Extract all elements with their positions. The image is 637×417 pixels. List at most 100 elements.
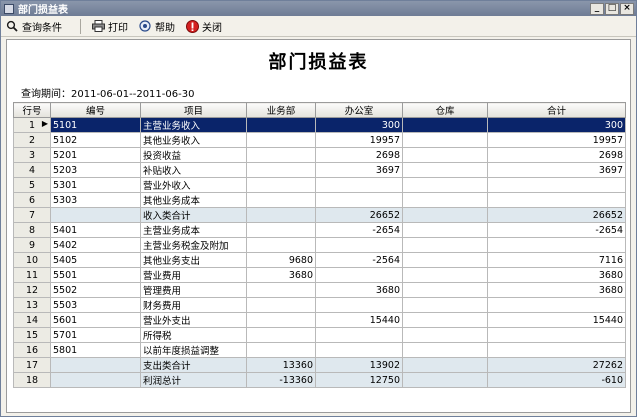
subtotal-row[interactable]: 17 支出类合计 13360 13902 27262 bbox=[13, 357, 626, 373]
column-header-row-no[interactable]: 行号 bbox=[13, 102, 51, 118]
sales-dept-cell[interactable]: 3680 bbox=[246, 267, 316, 283]
row-number-cell[interactable]: 18 bbox=[13, 372, 51, 388]
office-cell[interactable]: 26652 bbox=[315, 207, 403, 223]
item-cell[interactable]: 支出类合计 bbox=[140, 357, 247, 373]
row-number-cell[interactable]: 6 bbox=[13, 192, 51, 208]
row-number-cell[interactable]: 1 ▶ bbox=[13, 117, 51, 133]
warehouse-cell[interactable] bbox=[402, 177, 488, 193]
item-cell[interactable]: 以前年度损益调整 bbox=[140, 342, 247, 358]
table-row[interactable]: 11 5501 营业费用 3680 3680 bbox=[13, 267, 626, 283]
row-number-cell[interactable]: 7 bbox=[13, 207, 51, 223]
item-cell[interactable]: 主营业务成本 bbox=[140, 222, 247, 238]
warehouse-cell[interactable] bbox=[402, 372, 488, 388]
total-cell[interactable]: -610 bbox=[487, 372, 626, 388]
item-cell[interactable]: 所得税 bbox=[140, 327, 247, 343]
code-cell[interactable]: 5701 bbox=[50, 327, 141, 343]
office-cell[interactable]: 13902 bbox=[315, 357, 403, 373]
row-number-cell[interactable]: 16 bbox=[13, 342, 51, 358]
code-cell[interactable]: 5401 bbox=[50, 222, 141, 238]
column-header-item[interactable]: 项目 bbox=[140, 102, 247, 118]
total-cell[interactable]: 3697 bbox=[487, 162, 626, 178]
item-cell[interactable]: 投资收益 bbox=[140, 147, 247, 163]
code-cell[interactable]: 5601 bbox=[50, 312, 141, 328]
sales-dept-cell[interactable] bbox=[246, 207, 316, 223]
code-cell[interactable]: 5503 bbox=[50, 297, 141, 313]
sales-dept-cell[interactable] bbox=[246, 192, 316, 208]
code-cell[interactable]: 5102 bbox=[50, 132, 141, 148]
office-cell[interactable]: 19957 bbox=[315, 132, 403, 148]
row-number-cell[interactable]: 5 bbox=[13, 177, 51, 193]
subtotal-row[interactable]: 18 利润总计 -13360 12750 -610 bbox=[13, 372, 626, 388]
row-number-cell[interactable]: 12 bbox=[13, 282, 51, 298]
item-cell[interactable]: 管理费用 bbox=[140, 282, 247, 298]
help-button[interactable]: 帮助 bbox=[138, 19, 175, 34]
column-header-code[interactable]: 编号 bbox=[50, 102, 141, 118]
sales-dept-cell[interactable] bbox=[246, 147, 316, 163]
item-cell[interactable]: 其他业务支出 bbox=[140, 252, 247, 268]
item-cell[interactable]: 其他业务收入 bbox=[140, 132, 247, 148]
row-number-cell[interactable]: 2 bbox=[13, 132, 51, 148]
item-cell[interactable]: 补贴收入 bbox=[140, 162, 247, 178]
table-row[interactable]: 12 5502 管理费用 3680 3680 bbox=[13, 282, 626, 298]
warehouse-cell[interactable] bbox=[402, 342, 488, 358]
office-cell[interactable]: 15440 bbox=[315, 312, 403, 328]
item-cell[interactable]: 营业费用 bbox=[140, 267, 247, 283]
table-row[interactable]: 15 5701 所得税 bbox=[13, 327, 626, 343]
table-row[interactable]: 13 5503 财务费用 bbox=[13, 297, 626, 313]
warehouse-cell[interactable] bbox=[402, 162, 488, 178]
office-cell[interactable] bbox=[315, 267, 403, 283]
table-row[interactable]: 3 5201 投资收益 2698 2698 bbox=[13, 147, 626, 163]
warehouse-cell[interactable] bbox=[402, 297, 488, 313]
sales-dept-cell[interactable]: -13360 bbox=[246, 372, 316, 388]
total-cell[interactable] bbox=[487, 327, 626, 343]
warehouse-cell[interactable] bbox=[402, 237, 488, 253]
item-cell[interactable]: 营业外收入 bbox=[140, 177, 247, 193]
office-cell[interactable]: 300 bbox=[315, 117, 403, 133]
item-cell[interactable]: 其他业务成本 bbox=[140, 192, 247, 208]
table-row[interactable]: 5 5301 营业外收入 bbox=[13, 177, 626, 193]
row-number-cell[interactable]: 13 bbox=[13, 297, 51, 313]
table-row[interactable]: 16 5801 以前年度损益调整 bbox=[13, 342, 626, 358]
row-number-cell[interactable]: 3 bbox=[13, 147, 51, 163]
warehouse-cell[interactable] bbox=[402, 282, 488, 298]
code-cell[interactable]: 5405 bbox=[50, 252, 141, 268]
row-number-cell[interactable]: 14 bbox=[13, 312, 51, 328]
item-cell[interactable]: 主营业务收入 bbox=[140, 117, 247, 133]
sales-dept-cell[interactable] bbox=[246, 342, 316, 358]
total-cell[interactable]: 7116 bbox=[487, 252, 626, 268]
item-cell[interactable]: 收入类合计 bbox=[140, 207, 247, 223]
table-row[interactable]: 4 5203 补贴收入 3697 3697 bbox=[13, 162, 626, 178]
table-row[interactable]: 8 5401 主营业务成本 -2654 -2654 bbox=[13, 222, 626, 238]
table-row[interactable]: 6 5303 其他业务成本 bbox=[13, 192, 626, 208]
code-cell[interactable]: 5801 bbox=[50, 342, 141, 358]
code-cell[interactable]: 5502 bbox=[50, 282, 141, 298]
sales-dept-cell[interactable] bbox=[246, 297, 316, 313]
sales-dept-cell[interactable] bbox=[246, 237, 316, 253]
code-cell[interactable] bbox=[50, 357, 141, 373]
warehouse-cell[interactable] bbox=[402, 357, 488, 373]
table-row[interactable]: 2 5102 其他业务收入 19957 19957 bbox=[13, 132, 626, 148]
office-cell[interactable]: 3697 bbox=[315, 162, 403, 178]
warehouse-cell[interactable] bbox=[402, 267, 488, 283]
sales-dept-cell[interactable]: 13360 bbox=[246, 357, 316, 373]
sales-dept-cell[interactable] bbox=[246, 117, 316, 133]
code-cell[interactable]: 5101 bbox=[50, 117, 141, 133]
item-cell[interactable]: 利润总计 bbox=[140, 372, 247, 388]
code-cell[interactable]: 5501 bbox=[50, 267, 141, 283]
office-cell[interactable] bbox=[315, 297, 403, 313]
total-cell[interactable]: 19957 bbox=[487, 132, 626, 148]
office-cell[interactable] bbox=[315, 342, 403, 358]
row-number-cell[interactable]: 9 bbox=[13, 237, 51, 253]
maximize-button[interactable]: □ bbox=[605, 2, 619, 15]
sales-dept-cell[interactable] bbox=[246, 222, 316, 238]
code-cell[interactable] bbox=[50, 372, 141, 388]
office-cell[interactable] bbox=[315, 192, 403, 208]
row-number-cell[interactable]: 8 bbox=[13, 222, 51, 238]
sales-dept-cell[interactable]: 9680 bbox=[246, 252, 316, 268]
item-cell[interactable]: 主营业务税金及附加 bbox=[140, 237, 247, 253]
total-cell[interactable] bbox=[487, 342, 626, 358]
sales-dept-cell[interactable] bbox=[246, 312, 316, 328]
code-cell[interactable] bbox=[50, 207, 141, 223]
table-row[interactable]: 14 5601 营业外支出 15440 15440 bbox=[13, 312, 626, 328]
warehouse-cell[interactable] bbox=[402, 147, 488, 163]
